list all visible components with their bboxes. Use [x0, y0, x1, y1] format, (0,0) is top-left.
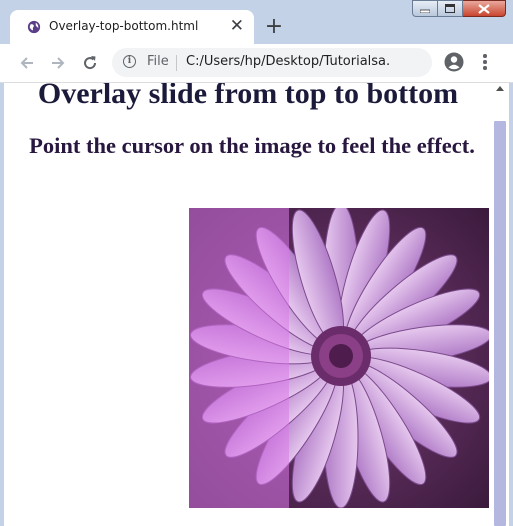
- close-icon: [478, 3, 490, 14]
- maximize-button[interactable]: [438, 0, 463, 17]
- tab-title: Overlay-top-bottom.html: [49, 19, 199, 33]
- scroll-up-arrow-icon[interactable]: [496, 86, 504, 91]
- globe-icon: [27, 20, 41, 34]
- page-heading: Overlay slide from top to bottom: [37, 83, 459, 110]
- maximize-icon: [445, 4, 455, 13]
- forward-arrow-icon[interactable]: [46, 51, 70, 75]
- close-window-button[interactable]: [463, 0, 506, 17]
- browser-tab[interactable]: Overlay-top-bottom.html ✕: [10, 10, 254, 44]
- window-controls: [412, 0, 506, 18]
- info-icon[interactable]: i: [123, 55, 136, 68]
- file-label: File: [147, 54, 169, 69]
- image-overlay: [189, 208, 289, 508]
- new-tab-button[interactable]: +: [262, 16, 286, 40]
- page-viewport: Overlay slide from top to bottom Point t…: [4, 83, 492, 526]
- omnibox-divider: [176, 55, 177, 71]
- flower-image-container[interactable]: [189, 208, 489, 508]
- page-subheading: Point the cursor on the image to feel th…: [29, 133, 475, 158]
- browser-title-bar: Overlay-top-bottom.html ✕ +: [0, 0, 513, 44]
- tab-close-icon[interactable]: ✕: [230, 16, 244, 36]
- menu-icon[interactable]: [482, 54, 488, 70]
- minimize-button[interactable]: [412, 0, 438, 17]
- back-arrow-icon[interactable]: [15, 51, 39, 75]
- vertical-scrollbar[interactable]: [492, 83, 509, 526]
- url-text[interactable]: C:/Users/hp/Desktop/Tutorialsa...: [186, 54, 390, 69]
- minimize-icon: [420, 9, 430, 13]
- reload-icon[interactable]: [78, 51, 102, 75]
- address-bar[interactable]: i File C:/Users/hp/Desktop/Tutorialsa...…: [112, 48, 432, 77]
- profile-icon[interactable]: [444, 52, 464, 72]
- browser-toolbar: i File C:/Users/hp/Desktop/Tutorialsa...…: [0, 44, 513, 83]
- scroll-thumb[interactable]: [494, 121, 506, 526]
